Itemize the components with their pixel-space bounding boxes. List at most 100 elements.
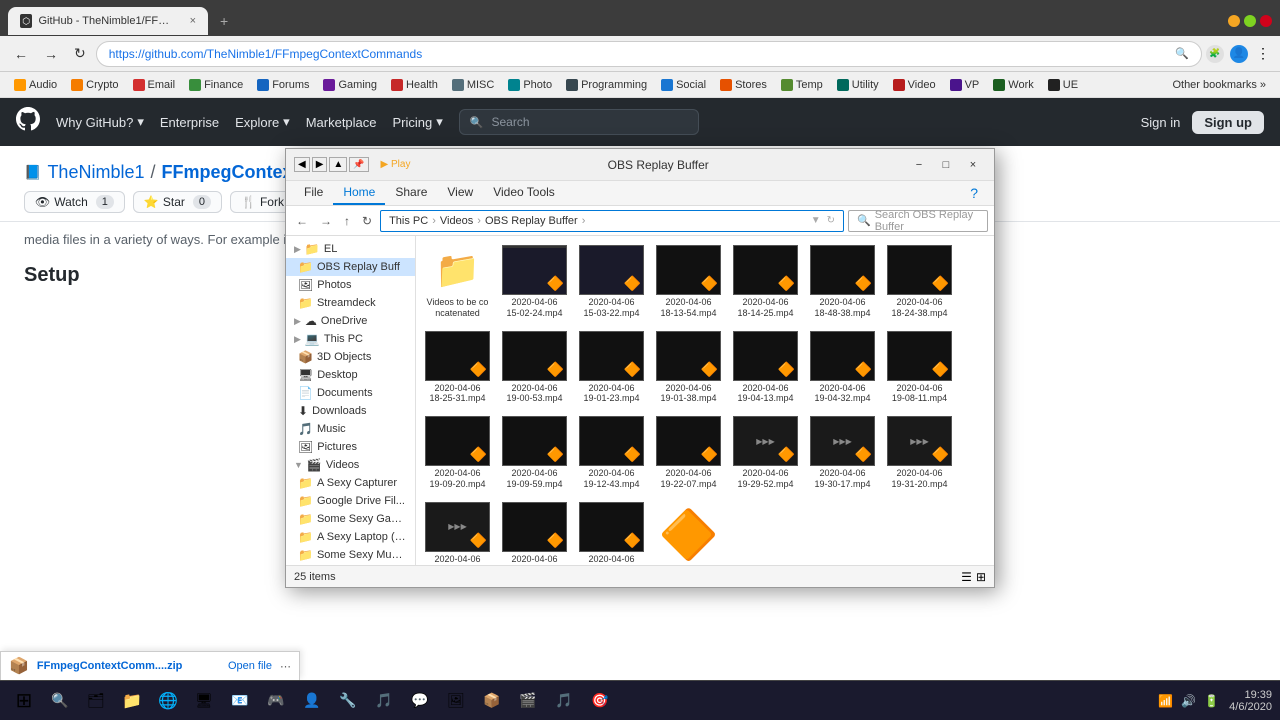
list-item[interactable]: 🔶 2020-04-0618-13-54.mp4 — [651, 240, 726, 324]
explorer-close[interactable]: × — [960, 155, 986, 175]
tray-network[interactable]: 📶 — [1156, 692, 1175, 710]
nav-refresh-button[interactable]: ↻ — [358, 212, 376, 230]
address-path[interactable]: This PC › Videos › OBS Replay Buffer › ▼… — [380, 210, 844, 232]
taskbar-app-2[interactable]: 📧 — [224, 685, 256, 717]
sidebar-item-3dobjects[interactable]: 📦 3D Objects — [286, 348, 415, 366]
bookmark-programming[interactable]: Programming — [560, 77, 653, 93]
sidebar-item-music[interactable]: 🎵 Music — [286, 420, 415, 438]
bookmark-gaming[interactable]: Gaming — [317, 77, 383, 93]
download-menu-button[interactable]: ⋯ — [280, 660, 291, 673]
list-item[interactable]: 🔶 2020-04-0619-04-13.mp4 — [728, 326, 803, 410]
list-item[interactable]: 🔶 2020-04-0619-01-23.mp4 — [574, 326, 649, 410]
path-refresh-icon[interactable]: ↻ — [827, 215, 835, 226]
active-tab[interactable]: ⬡ GitHub - TheNimble1/FFmpeg... × — [8, 7, 208, 35]
ribbon-tab-home[interactable]: Home — [333, 181, 385, 205]
search-input[interactable]: 🔍 Search OBS Replay Buffer — [848, 210, 988, 232]
file-item-folder[interactable]: 📁 Videos to be concatenated — [420, 240, 495, 324]
github-logo[interactable] — [16, 107, 40, 137]
back-button[interactable]: ← — [8, 42, 34, 66]
tab-close-button[interactable]: × — [190, 15, 196, 27]
profile-icon[interactable]: 👤 — [1230, 45, 1248, 63]
address-bar[interactable]: https://github.com/TheNimble1/FFmpegCont… — [96, 41, 1202, 67]
ribbon-tab-videotools[interactable]: Video Tools — [483, 181, 565, 205]
star-button[interactable]: ⭐ Star 0 — [133, 191, 222, 213]
nav-enterprise[interactable]: Enterprise — [160, 115, 219, 130]
reload-button[interactable]: ↻ — [68, 41, 92, 66]
list-item[interactable]: 🔶 2020-04-0618-25-31.mp4 — [420, 326, 495, 410]
bookmark-video[interactable]: Video — [887, 77, 942, 93]
sidebar-item-streamdeck[interactable]: 📁 Streamdeck — [286, 294, 415, 312]
list-item[interactable]: 🔶 2020-04-0619-22-07.mp4 — [651, 411, 726, 495]
settings-icon[interactable]: ⋮ — [1254, 45, 1272, 63]
list-item[interactable]: 🔶 2020-04-0618-14-25.mp4 — [728, 240, 803, 324]
close-button[interactable] — [1260, 15, 1272, 27]
tray-battery[interactable]: 🔋 — [1202, 692, 1221, 710]
list-item[interactable]: 🔶 2020-04-0618-48-38.mp4 — [805, 240, 880, 324]
sidebar-item-downloads[interactable]: ⬇ Downloads — [286, 402, 415, 420]
path-videos[interactable]: Videos — [440, 215, 473, 227]
new-tab-button[interactable]: + — [212, 13, 236, 29]
bookmark-ue[interactable]: UE — [1042, 77, 1084, 93]
tray-volume[interactable]: 🔊 — [1179, 692, 1198, 710]
minimize-button[interactable] — [1228, 15, 1240, 27]
list-item[interactable]: ▶▶▶ 🔶 2020-04-0619-31-42.mp4 — [420, 497, 495, 565]
sidebar-item-google-drive[interactable]: 📁 Google Drive Fil... — [286, 492, 415, 510]
sidebar-item-sexy-music[interactable]: 📁 Some Sexy Musi... — [286, 546, 415, 564]
sidebar-item-documents[interactable]: 📄 Documents — [286, 384, 415, 402]
list-item[interactable]: 🔶 2020-04-0619-12-43.mp4 — [574, 411, 649, 495]
ribbon-tab-view[interactable]: View — [437, 181, 483, 205]
list-item[interactable]: 🔶 2020-04-0618-24-38.mp4 — [882, 240, 957, 324]
taskbar-app-4[interactable]: 👤 — [296, 685, 328, 717]
quick-access-up[interactable]: ▲ — [329, 157, 347, 172]
nav-up-button[interactable]: ↑ — [340, 212, 354, 230]
taskbar-app-10[interactable]: 🎬 — [512, 685, 544, 717]
ribbon-help[interactable]: ? — [962, 181, 986, 205]
sidebar-item-pictures[interactable]: 🖼 Pictures — [286, 438, 415, 456]
sidebar-item-thispc[interactable]: ▶ 💻 This PC — [286, 330, 415, 348]
explorer-minimize[interactable]: − — [906, 155, 932, 175]
view-details-button[interactable]: ☰ — [961, 570, 972, 584]
sidebar-item-onedrive[interactable]: ▶ ☁ OneDrive — [286, 312, 415, 330]
path-thispc[interactable]: This PC — [389, 215, 428, 227]
list-item[interactable]: 🔶 2020-04-0619-01-38.mp4 — [651, 326, 726, 410]
view-tiles-button[interactable]: ⊞ — [976, 570, 986, 584]
path-obsreplay[interactable]: OBS Replay Buffer — [485, 215, 578, 227]
taskview-button[interactable]: 🗂 — [80, 685, 112, 717]
sign-up-button[interactable]: Sign up — [1192, 111, 1264, 134]
taskbar-app-7[interactable]: 💬 — [404, 685, 436, 717]
taskbar-app-12[interactable]: 🎯 — [584, 685, 616, 717]
bookmark-forums[interactable]: Forums — [251, 77, 315, 93]
bookmark-audio[interactable]: Audio — [8, 77, 63, 93]
bookmark-vp[interactable]: VP — [944, 77, 986, 93]
file-explorer-taskbar[interactable]: 📁 — [116, 685, 148, 717]
list-item[interactable]: 🔶 2020-04-0619-04-32.mp4 — [805, 326, 880, 410]
start-button[interactable]: ⊞ — [8, 685, 40, 717]
search-bar[interactable]: 🔍 Search — [459, 109, 699, 135]
bookmark-utility[interactable]: Utility — [831, 77, 885, 93]
quick-access-forward[interactable]: ▶ — [312, 157, 328, 172]
list-item[interactable]: 🔶 2020-04-0619-35-20.mp4 — [574, 497, 649, 565]
repo-owner-link[interactable]: TheNimble1 — [47, 162, 144, 183]
sidebar-item-photos[interactable]: 🖼 Photos — [286, 276, 415, 294]
nav-marketplace[interactable]: Marketplace — [306, 115, 377, 130]
bookmark-health[interactable]: Health — [385, 77, 444, 93]
taskbar-app-8[interactable]: 🖼 — [440, 685, 472, 717]
list-item[interactable]: 🔶 2020-04-0619-31-59.mp4 — [497, 497, 572, 565]
bookmark-email[interactable]: Email — [127, 77, 182, 93]
list-item[interactable]: 🔶 2020-04-0619-09-20.mp4 — [420, 411, 495, 495]
list-item[interactable]: 🔶 2020-04-0619-09-59.mp4 — [497, 411, 572, 495]
sidebar-item-sexy-gaming[interactable]: 📁 Some Sexy Gam... — [286, 510, 415, 528]
bookmark-temp[interactable]: Temp — [775, 77, 829, 93]
sidebar-item-videos[interactable]: ▼ 🎬 Videos — [286, 456, 415, 474]
sidebar-item-sexy-laptop[interactable]: 📁 A Sexy Laptop (L... — [286, 528, 415, 546]
nav-why-github[interactable]: Why GitHub? ▾ — [56, 114, 144, 130]
taskbar-app-6[interactable]: 🎵 — [368, 685, 400, 717]
sidebar-item-el[interactable]: ▶ 📁 EL — [286, 240, 415, 258]
list-item[interactable]: ▶▶▶ 🔶 2020-04-0619-30-17.mp4 — [805, 411, 880, 495]
sidebar-item-obs[interactable]: 📁 OBS Replay Buff — [286, 258, 415, 276]
bookmark-work[interactable]: Work — [987, 77, 1039, 93]
maximize-button[interactable] — [1244, 15, 1256, 27]
play-button-ribbon[interactable]: ▶ Play — [381, 159, 411, 170]
forward-button[interactable]: → — [38, 42, 64, 66]
taskbar-app-5[interactable]: 🔧 — [332, 685, 364, 717]
